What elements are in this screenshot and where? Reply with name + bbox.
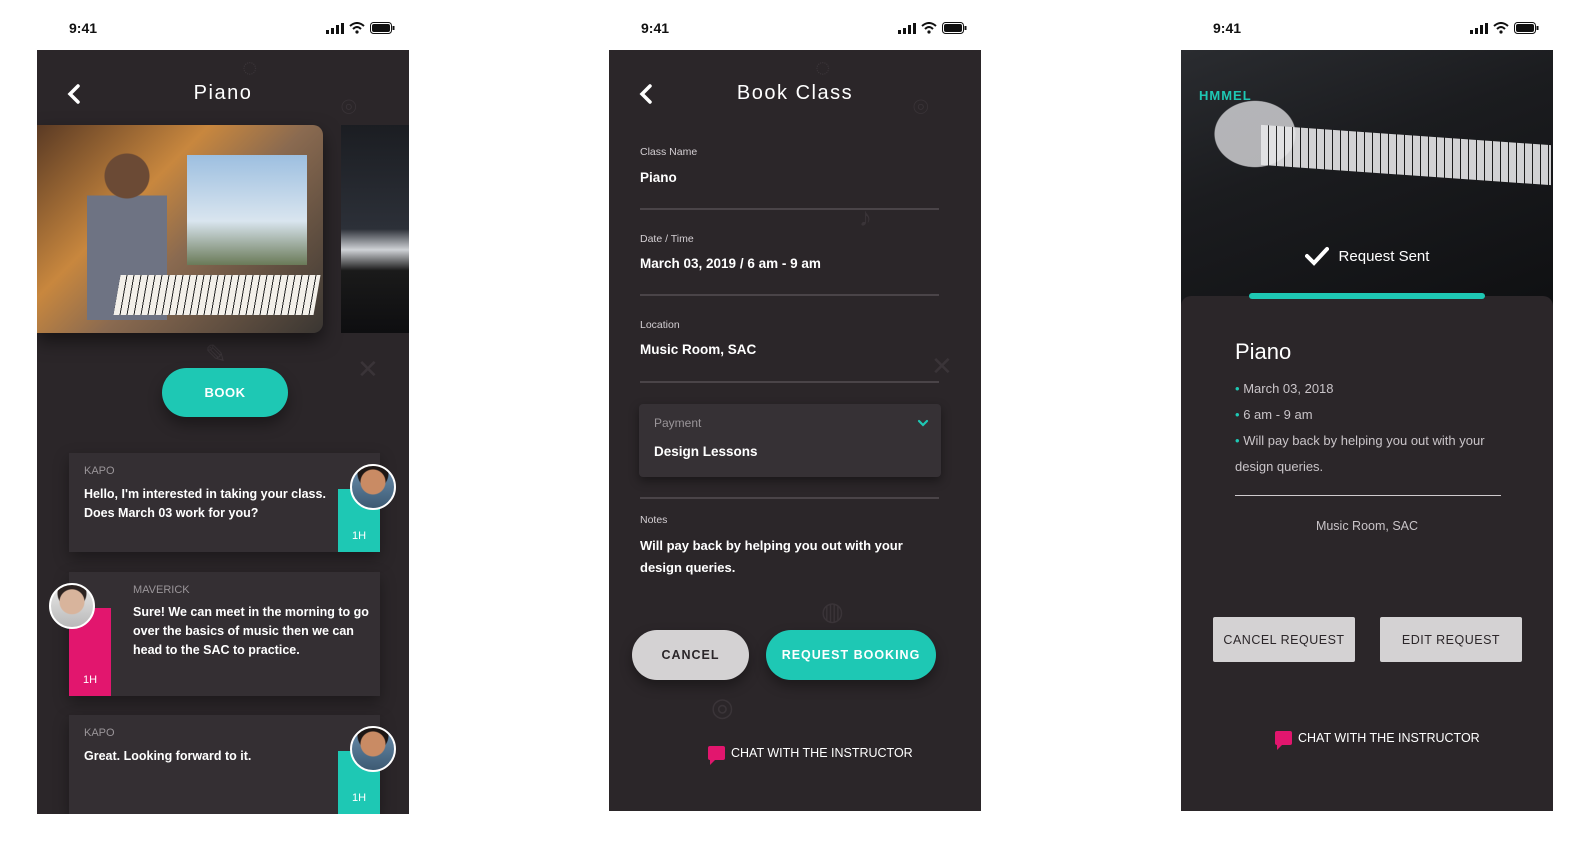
top-nav: Piano [37, 76, 409, 116]
summary-time: • 6 am - 9 am [1235, 407, 1313, 422]
chat-instructor-link[interactable]: CHAT WITH THE INSTRUCTOR [708, 746, 913, 765]
request-status: Request Sent [1181, 246, 1553, 266]
violin-decor-icon: ♪ [859, 202, 872, 232]
feather-decor-icon: ✎ [205, 339, 227, 369]
request-status-text: Request Sent [1338, 247, 1430, 265]
class-banner-photo: HMMEL [1181, 50, 1553, 310]
chevron-down-icon[interactable] [917, 417, 929, 429]
divider [1235, 495, 1501, 496]
disc-decor-icon: ◎ [711, 692, 734, 722]
datetime-label: Date / Time [640, 233, 694, 245]
screen-request-sent: HMMEL 9:41 Request Sent Piano • March 03… [1181, 6, 1553, 811]
summary-title: Piano [1235, 339, 1292, 364]
signal-icon [1470, 22, 1488, 34]
tools-decor-icon: ✕ [931, 351, 953, 381]
status-time: 9:41 [1213, 20, 1242, 36]
divider [640, 497, 939, 499]
chat-instructor-label: CHAT WITH THE INSTRUCTOR [1298, 731, 1480, 745]
page-title: Piano [193, 82, 253, 104]
summary-date: • March 03, 2018 [1235, 381, 1334, 396]
datetime-field[interactable]: March 03, 2019 / 6 am - 9 am [640, 256, 821, 271]
location-field[interactable]: Music Room, SAC [640, 342, 756, 357]
battery-icon [370, 22, 395, 34]
avatar-kapo[interactable] [350, 726, 396, 772]
summary-payment: • Will pay back by helping you out with … [1235, 433, 1485, 474]
message-text: Hello, I'm interested in taking your cla… [84, 487, 326, 520]
wifi-icon [1493, 22, 1509, 34]
chat-bubble-icon [708, 746, 725, 765]
message-text: Great. Looking forward to it. [84, 749, 252, 763]
request-booking-button[interactable]: REQUEST BOOKING [766, 630, 936, 680]
chat-message: KAPO Hello, I'm interested in taking you… [69, 453, 380, 552]
wifi-icon [349, 22, 365, 34]
notes-label: Notes [640, 514, 668, 526]
message-sender: MAVERICK [133, 584, 190, 596]
status-bar: 9:41 [609, 6, 981, 50]
avatar-maverick[interactable] [49, 583, 95, 629]
divider [640, 294, 939, 296]
payment-value: Design Lessons [654, 444, 758, 459]
payment-label: Payment [654, 416, 702, 430]
check-icon [1304, 247, 1329, 266]
class-photo[interactable] [37, 125, 323, 333]
class-name-field[interactable]: Piano [640, 170, 677, 185]
battery-icon [942, 22, 967, 34]
status-bar: 9:41 [1181, 6, 1553, 50]
top-nav: Book Class [609, 76, 981, 116]
book-button[interactable]: BOOK [162, 368, 288, 417]
banner-logo: HMMEL [1199, 88, 1252, 103]
progress-bar [1249, 293, 1485, 299]
status-time: 9:41 [641, 20, 670, 36]
cancel-request-button[interactable]: CANCEL REQUEST [1213, 617, 1355, 662]
cancel-button[interactable]: CANCEL [632, 630, 749, 680]
status-time: 9:41 [69, 20, 98, 36]
class-name-label: Class Name [640, 146, 698, 158]
chat-message: MAVERICK Sure! We can meet in the mornin… [69, 572, 380, 696]
notes-field[interactable]: Will pay back by helping you out with yo… [640, 535, 940, 579]
divider [640, 381, 939, 383]
payment-select[interactable]: Payment Design Lessons [639, 404, 941, 477]
chat-instructor-label: CHAT WITH THE INSTRUCTOR [731, 746, 913, 760]
message-sender: KAPO [84, 465, 115, 477]
signal-icon [898, 22, 916, 34]
tools-decor-icon: ✕ [357, 354, 379, 384]
screen-class-chat: 9:41 ◌ ⌾ ✎ ✕ Piano BOOK KAPO Hello, I'm … [37, 6, 409, 814]
chat-instructor-link[interactable]: CHAT WITH THE INSTRUCTOR [1275, 731, 1480, 750]
chat-message: KAPO Great. Looking forward to it. 1H [69, 715, 380, 814]
edit-request-button[interactable]: EDIT REQUEST [1380, 617, 1522, 662]
page-title: Book Class [736, 82, 854, 104]
signal-icon [326, 22, 344, 34]
status-bar: 9:41 [37, 6, 409, 50]
class-photo-next[interactable] [341, 125, 409, 333]
summary-location: Music Room, SAC [1315, 519, 1419, 533]
screen-book-class: 9:41 ◌ ⌾ ♪ ✕ ◍ ◎ Book Class Class Name P… [609, 6, 981, 811]
message-sender: KAPO [84, 727, 115, 739]
wifi-icon [921, 22, 937, 34]
chat-bubble-icon [1275, 731, 1292, 750]
message-text: Sure! We can meet in the morning to go o… [133, 605, 369, 657]
avatar-kapo[interactable] [350, 464, 396, 510]
divider [640, 208, 939, 210]
palette-decor-icon: ◍ [821, 596, 844, 626]
location-label: Location [640, 319, 680, 331]
battery-icon [1514, 22, 1539, 34]
